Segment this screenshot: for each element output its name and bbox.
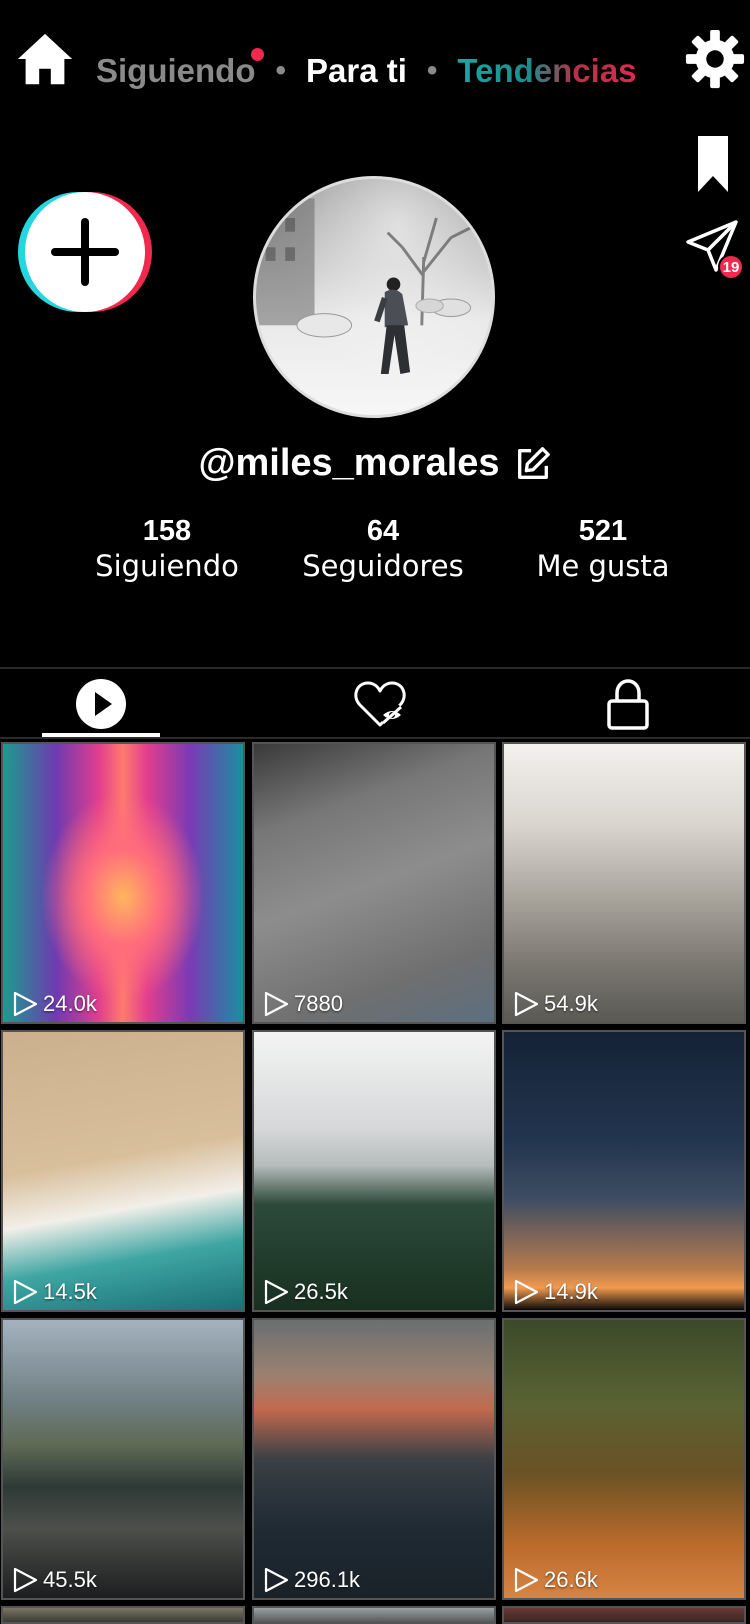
tab-trending[interactable]: Tendencias: [457, 52, 636, 90]
add-video-button[interactable]: [18, 192, 152, 312]
view-count: 54.9k: [512, 990, 598, 1018]
stat-followers[interactable]: 64 Seguidores: [294, 514, 472, 584]
video-thumbnail[interactable]: [502, 1606, 746, 1624]
profile-content-tabs: [0, 667, 750, 739]
tab-for-you[interactable]: Para ti: [306, 52, 407, 90]
top-navigation: Siguiendo • Para ti • Tendencias: [0, 0, 750, 140]
active-tab-indicator: [42, 733, 160, 737]
view-count-text: 7880: [294, 991, 343, 1016]
profile-stats: 158 Siguiendo 64 Seguidores 521 Me gusta: [0, 514, 750, 584]
view-count: 24.0k: [11, 990, 97, 1018]
avatar[interactable]: [253, 176, 495, 418]
video-thumbnail[interactable]: 26.5k: [252, 1030, 496, 1312]
bookmark-icon[interactable]: [696, 134, 730, 194]
tab-separator: •: [275, 54, 287, 87]
tab-private[interactable]: [578, 669, 678, 739]
view-count: 296.1k: [262, 1566, 360, 1594]
tab-following-label: Siguiendo: [96, 52, 256, 89]
view-count-text: 14.5k: [43, 1279, 97, 1304]
video-thumbnail[interactable]: 296.1k: [252, 1318, 496, 1600]
inbox-button[interactable]: 19: [684, 218, 744, 280]
notification-dot: [250, 48, 264, 61]
view-count: 26.5k: [262, 1278, 348, 1306]
video-thumbnail[interactable]: 7880: [252, 742, 496, 1024]
stat-following[interactable]: 158 Siguiendo: [88, 514, 246, 584]
play-outline-icon: [264, 1279, 289, 1305]
view-count: 14.9k: [512, 1278, 598, 1306]
play-outline-icon: [13, 1567, 38, 1593]
tab-liked[interactable]: [330, 669, 430, 739]
play-outline-icon: [13, 1279, 38, 1305]
view-count-text: 26.6k: [544, 1567, 598, 1592]
home-icon[interactable]: [14, 28, 76, 90]
play-icon: [76, 679, 126, 729]
play-outline-icon: [514, 1567, 539, 1593]
username: @miles_morales: [198, 442, 500, 484]
view-count: 26.6k: [512, 1566, 598, 1594]
view-count: 45.5k: [11, 1566, 97, 1594]
view-count-text: 54.9k: [544, 991, 598, 1016]
view-count: 7880: [262, 990, 343, 1018]
lock-icon: [607, 679, 649, 730]
stat-value: 521: [578, 515, 628, 547]
stat-label: Me gusta: [536, 549, 670, 583]
tab-videos[interactable]: [42, 669, 160, 739]
play-outline-icon: [264, 991, 289, 1017]
view-count-text: 14.9k: [544, 1279, 598, 1304]
video-thumbnail[interactable]: [1, 1606, 245, 1624]
view-count-text: 296.1k: [294, 1567, 361, 1592]
gear-icon[interactable]: [684, 28, 746, 90]
play-outline-icon: [13, 991, 38, 1017]
username-row: @miles_morales: [0, 442, 750, 485]
video-thumbnail[interactable]: 45.5k: [1, 1318, 245, 1600]
stat-likes[interactable]: 521 Me gusta: [528, 514, 678, 584]
view-count-text: 45.5k: [43, 1567, 97, 1592]
plus-icon: [51, 218, 119, 286]
video-thumbnail[interactable]: 54.9k: [502, 742, 746, 1024]
avatar-photo: [256, 198, 472, 375]
tab-separator: •: [426, 54, 438, 87]
video-thumbnail[interactable]: 14.5k: [1, 1030, 245, 1312]
heart-hidden-icon: [354, 681, 406, 727]
view-count: 14.5k: [11, 1278, 97, 1306]
play-outline-icon: [514, 1279, 539, 1305]
play-outline-icon: [514, 991, 539, 1017]
video-thumbnail[interactable]: [252, 1606, 496, 1624]
view-count-text: 26.5k: [294, 1279, 348, 1304]
view-count-text: 24.0k: [43, 991, 97, 1016]
play-outline-icon: [264, 1567, 289, 1593]
video-thumbnail[interactable]: 26.6k: [502, 1318, 746, 1600]
stat-value: 158: [142, 515, 192, 547]
stat-value: 64: [366, 515, 400, 547]
inbox-badge: 19: [718, 254, 744, 280]
edit-icon[interactable]: [514, 445, 552, 483]
video-thumbnail[interactable]: 14.9k: [502, 1030, 746, 1312]
stat-label: Siguiendo: [95, 549, 239, 583]
tab-following[interactable]: Siguiendo: [96, 48, 264, 90]
video-thumbnail[interactable]: 24.0k: [1, 742, 245, 1024]
feed-tabs: Siguiendo • Para ti • Tendencias: [96, 48, 637, 94]
stat-label: Seguidores: [302, 549, 464, 583]
